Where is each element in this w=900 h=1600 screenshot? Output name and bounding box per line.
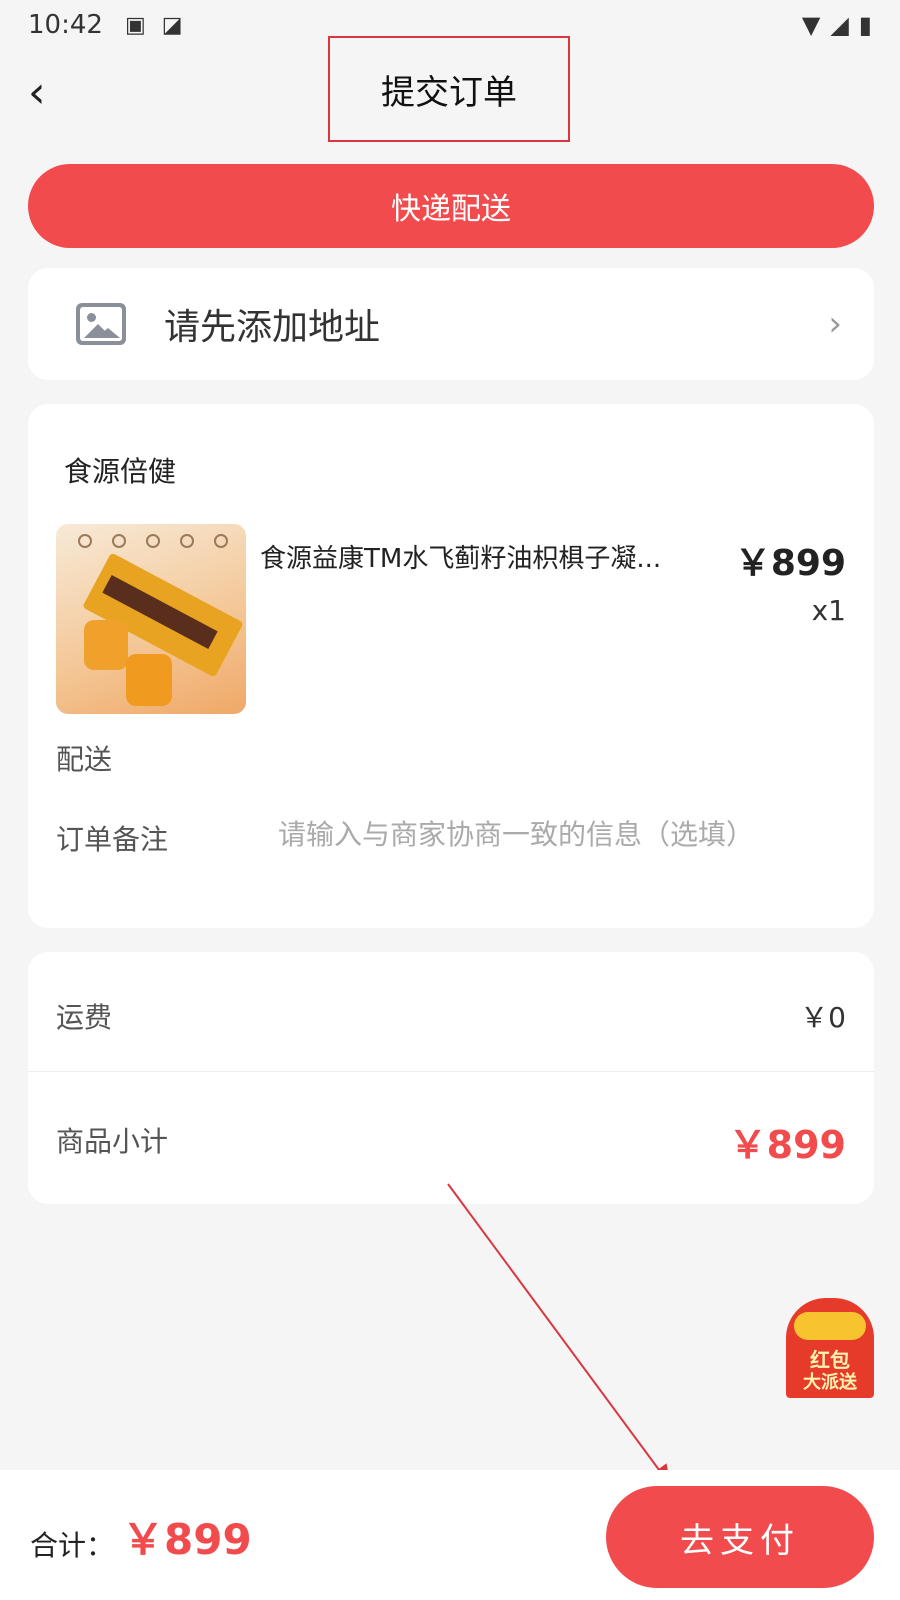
order-note-input[interactable] [278, 812, 838, 856]
order-card: 食源倍健 食源益康TM水飞蓟籽油枳椇子凝... ￥899 x1 配送 订单备注 [28, 404, 874, 928]
product-price: ￥899 [734, 543, 846, 584]
title-highlight-box: 提交订单 [328, 36, 570, 142]
red-packet-promo[interactable]: 红包 大派送 [786, 1298, 874, 1398]
wifi-icon: ▼ [801, 11, 821, 39]
page-title: 提交订单 [381, 72, 517, 113]
subtotal-value: ￥899 [728, 1123, 846, 1167]
address-card[interactable]: 请先添加地址 › [28, 268, 874, 380]
delivery-mode-tab[interactable]: 快递配送 [28, 164, 874, 248]
summary-card: 运费 ￥0 商品小计 ￥899 [28, 952, 874, 1204]
order-note-label: 订单备注 [56, 823, 169, 856]
total-value: ￥899 [122, 1515, 252, 1564]
freight-value: ￥0 [800, 1001, 846, 1034]
image-placeholder-icon [76, 303, 126, 345]
pay-button[interactable]: 去支付 [606, 1486, 874, 1588]
product-image[interactable] [56, 524, 246, 714]
promo-line2: 大派送 [803, 1372, 857, 1393]
status-time: 10:42 [28, 10, 103, 40]
bottom-bar: 合计： ￥899 去支付 [0, 1470, 900, 1600]
freight-label: 运费 [56, 1001, 113, 1034]
total-label: 合计： [30, 1529, 115, 1562]
chevron-right-icon: › [828, 304, 842, 344]
coins-graphic [794, 1312, 866, 1340]
product-quantity: x1 [811, 594, 846, 627]
add-address-prompt: 请先添加地址 [164, 307, 381, 348]
shop-name: 食源倍健 [64, 455, 177, 488]
product-name[interactable]: 食源益康TM水飞蓟籽油枳椇子凝... [260, 538, 720, 575]
subtotal-label: 商品小计 [56, 1125, 169, 1158]
shipping-label: 配送 [56, 743, 113, 776]
subtotal-row: 商品小计 ￥899 [28, 1072, 874, 1192]
image-notification-icon: ▣ [124, 12, 146, 38]
header: ‹ 提交订单 [0, 36, 900, 142]
app-notification-icon: ◪ [161, 12, 183, 38]
back-arrow-icon[interactable]: ‹ [28, 68, 68, 118]
battery-icon: ▮ [858, 11, 872, 39]
signal-icon: ◢ [830, 11, 849, 39]
status-indicators: ▼ ◢ ▮ [802, 11, 872, 39]
freight-row: 运费 ￥0 [28, 952, 874, 1072]
